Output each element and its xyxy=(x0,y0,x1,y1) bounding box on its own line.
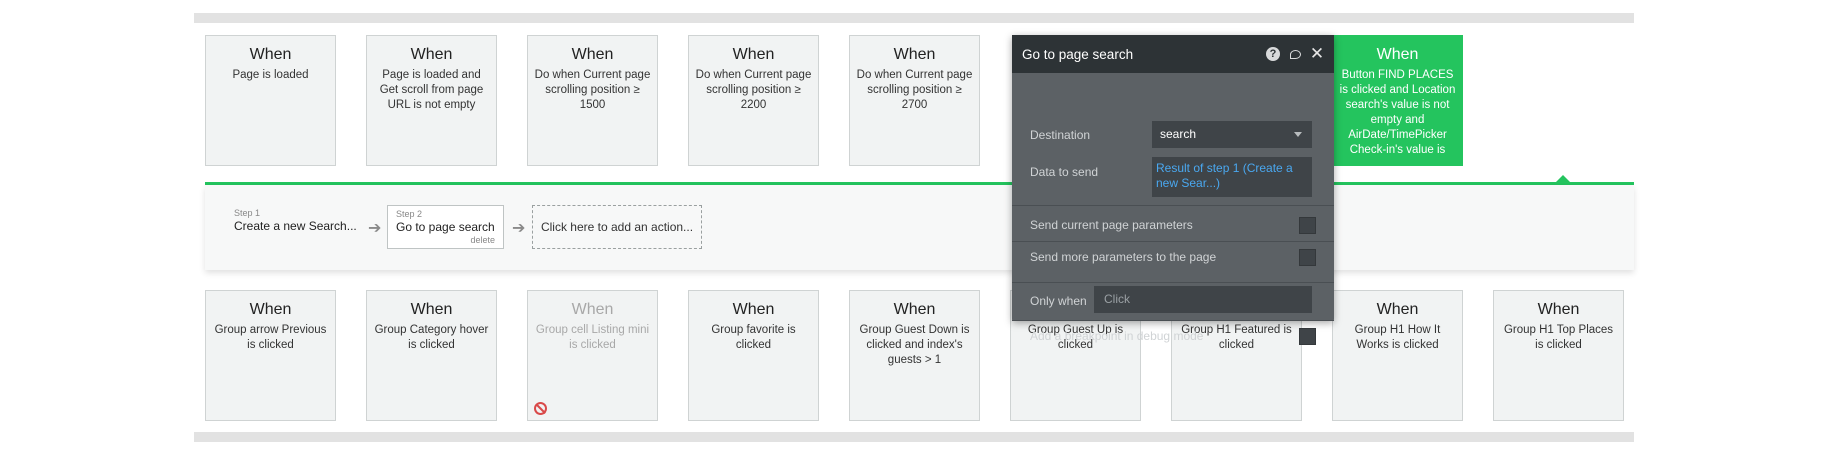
step-label: Go to page search xyxy=(396,220,495,234)
event-card[interactable]: When Do when Current page scrolling posit… xyxy=(849,35,980,166)
event-card[interactable]: When Group favorite is clicked xyxy=(688,290,819,421)
event-card[interactable]: When Page is loaded xyxy=(205,35,336,166)
divider xyxy=(1012,241,1334,242)
event-description: Group favorite is clicked xyxy=(711,324,796,351)
event-description: Group Guest Down is clicked and index's … xyxy=(859,324,970,366)
divider xyxy=(1012,205,1334,206)
close-icon[interactable]: ✕ xyxy=(1310,44,1324,63)
event-description: Page is loaded and Get scroll from page … xyxy=(379,69,484,111)
bottom-scroll-bar xyxy=(194,432,1634,442)
event-when-label: When xyxy=(571,46,614,63)
step-number: Step 2 xyxy=(396,209,423,219)
destination-dropdown[interactable]: search xyxy=(1152,121,1312,148)
action-property-panel: Go to page search ? ✕ Destination search… xyxy=(1012,35,1334,345)
bottom-event-row: When Group arrow Previous is clicked When G… xyxy=(205,290,1624,421)
event-when-label: When xyxy=(571,301,614,318)
only-when-input[interactable]: Click xyxy=(1094,286,1312,313)
arrow-right-icon: ➔ xyxy=(512,220,526,237)
delete-step-link[interactable]: delete xyxy=(470,235,495,245)
event-when-label: When xyxy=(249,46,292,63)
event-description: Group Category hover is clicked xyxy=(374,324,489,351)
action-step-1[interactable]: Step 1 Create a new Search... xyxy=(226,205,356,249)
disabled-icon xyxy=(534,402,547,415)
only-when-label: Only when xyxy=(1030,294,1087,308)
step-number: Step 1 xyxy=(234,208,261,218)
event-description: Button FIND PLACES is clicked and Locati… xyxy=(1339,69,1456,156)
add-action-button[interactable]: Click here to add an action... xyxy=(532,205,702,249)
arrow-right-icon: ➔ xyxy=(368,220,382,237)
send-current-label: Send current page parameters xyxy=(1030,218,1193,232)
event-description: Group H1 How It Works is clicked xyxy=(1354,324,1441,351)
chevron-down-icon xyxy=(1294,132,1302,137)
event-when-label: When xyxy=(1537,301,1580,318)
event-when-label: When xyxy=(893,46,936,63)
send-current-checkbox[interactable] xyxy=(1299,217,1316,234)
data-to-send-field[interactable]: Result of step 1 (Create a new Sear...) xyxy=(1152,157,1312,197)
event-description: Group arrow Previous is clicked xyxy=(214,324,327,351)
breakpoint-label: Add a breakpoint in debug mode xyxy=(1030,329,1204,343)
event-card[interactable]: When Group cell Listing mini is clicked xyxy=(527,290,658,421)
event-when-label: When xyxy=(1376,46,1419,63)
event-description: Group H1 Top Places is clicked xyxy=(1503,324,1614,351)
event-card[interactable]: When Do when Current page scrolling posit… xyxy=(527,35,658,166)
data-to-send-label: Data to send xyxy=(1030,165,1099,179)
event-card[interactable]: When Group arrow Previous is clicked xyxy=(205,290,336,421)
event-description: Do when Current page scrolling position … xyxy=(856,69,973,111)
event-card[interactable]: When Page is loaded and Get scroll from p… xyxy=(366,35,497,166)
action-step-2[interactable]: Step 2 Go to page search delete xyxy=(387,205,504,249)
panel-header: Go to page search ? ✕ xyxy=(1012,35,1334,73)
breakpoint-checkbox[interactable] xyxy=(1299,328,1316,345)
help-icon[interactable]: ? xyxy=(1266,47,1280,61)
event-card[interactable]: When Group H1 Top Places is clicked xyxy=(1493,290,1624,421)
event-description: Do when Current page scrolling position … xyxy=(534,69,651,111)
step-label: Create a new Search... xyxy=(234,219,356,233)
event-description: Group cell Listing mini is clicked xyxy=(535,324,650,351)
event-description: Do when Current page scrolling position … xyxy=(695,69,812,111)
send-more-label: Send more parameters to the page xyxy=(1030,250,1217,264)
send-more-checkbox[interactable] xyxy=(1299,249,1316,266)
event-when-label: When xyxy=(249,301,292,318)
event-when-label: When xyxy=(410,46,453,63)
event-card[interactable]: When Group H1 How It Works is clicked xyxy=(1332,290,1463,421)
event-card[interactable]: When Group Guest Down is clicked and inde… xyxy=(849,290,980,421)
event-card[interactable]: When Do when Current page scrolling posit… xyxy=(688,35,819,166)
top-scroll-bar xyxy=(194,13,1634,23)
event-when-label: When xyxy=(410,301,453,318)
destination-value: search xyxy=(1160,127,1197,141)
event-when-label: When xyxy=(732,46,775,63)
panel-title: Go to page search xyxy=(1022,46,1134,62)
event-card[interactable]: When Group Category hover is clicked xyxy=(366,290,497,421)
event-card[interactable]: When Button FIND PLACES is clicked and Lo… xyxy=(1332,35,1463,166)
event-when-label: When xyxy=(732,301,775,318)
event-when-label: When xyxy=(893,301,936,318)
divider xyxy=(1012,320,1334,321)
divider xyxy=(1012,282,1334,283)
event-when-label: When xyxy=(1376,301,1419,318)
destination-label: Destination xyxy=(1030,128,1091,142)
event-description: Page is loaded xyxy=(232,69,309,81)
comment-icon[interactable] xyxy=(1288,47,1302,61)
